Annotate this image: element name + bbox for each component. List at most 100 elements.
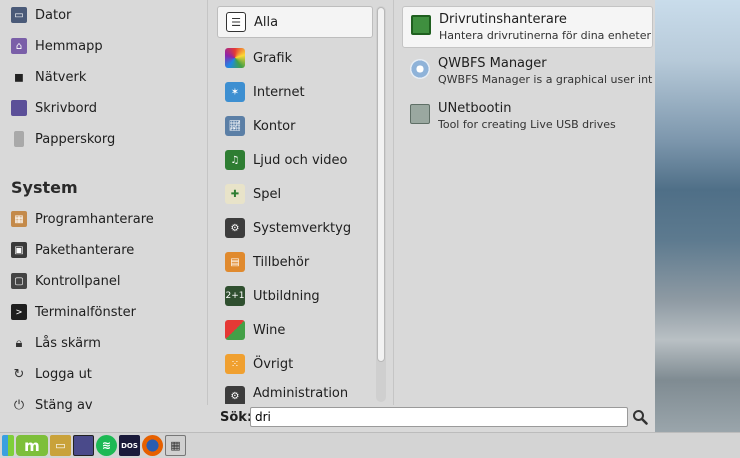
system-item-package-manager[interactable]: ▣ Pakethanterare bbox=[6, 237, 202, 263]
category-other[interactable]: ⁙ Övrigt bbox=[217, 348, 373, 380]
category-label: Utbildning bbox=[253, 288, 320, 304]
place-label: Dator bbox=[35, 7, 72, 23]
category-wine[interactable]: Wine bbox=[217, 314, 373, 346]
place-desktop[interactable]: Skrivbord bbox=[6, 95, 202, 121]
system-section-title: System bbox=[11, 178, 78, 197]
app-name: UNetbootin bbox=[438, 101, 512, 116]
system-item-label: Logga ut bbox=[35, 366, 92, 382]
place-label: Papperskorg bbox=[35, 131, 116, 147]
education-icon: 2+1 bbox=[225, 286, 245, 306]
dosbox-icon[interactable]: DOS bbox=[119, 435, 140, 456]
app-unetbootin[interactable]: UNetbootin Tool for creating Live USB dr… bbox=[402, 96, 653, 138]
app-text: QWBFS Manager QWBFS Manager is a graphic… bbox=[438, 56, 653, 88]
control-panel-icon: ▢ bbox=[11, 273, 27, 289]
category-label: Övrigt bbox=[253, 356, 294, 372]
place-trash[interactable]: Papperskorg bbox=[6, 126, 202, 152]
system-item-label: Pakethanterare bbox=[35, 242, 135, 258]
multimedia-icon: ♫ bbox=[225, 150, 245, 170]
other-icon: ⁙ bbox=[225, 354, 245, 374]
place-computer[interactable]: ▭ Dator bbox=[6, 2, 202, 28]
category-label: Ljud och video bbox=[253, 152, 348, 168]
system-item-control-panel[interactable]: ▢ Kontrollpanel bbox=[6, 268, 202, 294]
column-divider bbox=[393, 0, 394, 405]
system-item-lock-screen[interactable]: 🔒︎ Lås skärm bbox=[6, 330, 202, 356]
internet-icon: ✶ bbox=[225, 82, 245, 102]
category-label: Kontor bbox=[253, 118, 296, 134]
games-icon: ✚ bbox=[225, 184, 245, 204]
app-description: QWBFS Manager is a graphical user interf… bbox=[438, 73, 653, 86]
package-manager-icon: ▣ bbox=[11, 242, 27, 258]
system-item-software-manager[interactable]: ▦ Programhanterare bbox=[6, 206, 202, 232]
place-network[interactable]: ◼ Nätverk bbox=[6, 64, 202, 90]
window-icon[interactable] bbox=[73, 435, 94, 456]
firefox-icon[interactable] bbox=[142, 435, 163, 456]
network-icon: ◼ bbox=[14, 70, 24, 84]
category-label: Grafik bbox=[253, 50, 293, 66]
app-qwbfs-manager[interactable]: QWBFS Manager QWBFS Manager is a graphic… bbox=[402, 51, 653, 93]
left-column: ▭ Dator ⌂ Hemmapp ◼ Nätverk Skrivbord Pa… bbox=[0, 0, 205, 432]
app-text: UNetbootin Tool for creating Live USB dr… bbox=[438, 101, 653, 133]
category-label: Systemverktyg bbox=[253, 220, 352, 236]
system-item-label: Terminalfönster bbox=[35, 304, 136, 320]
app-name: QWBFS Manager bbox=[438, 56, 547, 71]
application-menu: ▭ Dator ⌂ Hemmapp ◼ Nätverk Skrivbord Pa… bbox=[0, 0, 655, 432]
system-item-shutdown[interactable]: ⏻ Stäng av bbox=[6, 392, 202, 418]
app-driver-manager[interactable]: Drivrutinshanterare Hantera drivrutinern… bbox=[402, 6, 653, 48]
logout-icon: ↻ bbox=[13, 366, 25, 382]
category-label: Wine bbox=[253, 322, 286, 338]
system-item-logout[interactable]: ↻ Logga ut bbox=[6, 361, 202, 387]
file-manager-icon[interactable]: ▭ bbox=[50, 435, 71, 456]
system-item-label: Stäng av bbox=[35, 397, 93, 413]
place-home[interactable]: ⌂ Hemmapp bbox=[6, 33, 202, 59]
category-label: Tillbehör bbox=[253, 254, 310, 270]
system-item-terminal[interactable]: > Terminalfönster bbox=[6, 299, 202, 325]
category-education[interactable]: 2+1 Utbildning bbox=[217, 280, 373, 312]
app-description: Hantera drivrutinerna för dina enheter bbox=[439, 29, 651, 42]
category-all[interactable]: ☰ Alla bbox=[217, 6, 373, 38]
category-label: Alla bbox=[254, 14, 279, 30]
bottom-panel: m ▭ ≋ DOS ▦ bbox=[0, 432, 740, 458]
desktop-icon bbox=[11, 100, 27, 116]
spotify-icon[interactable]: ≋ bbox=[96, 435, 117, 456]
terminal-icon: > bbox=[11, 304, 27, 320]
category-system-tools[interactable]: ⚙ Systemverktyg bbox=[217, 212, 373, 244]
column-divider bbox=[207, 0, 208, 405]
home-folder-icon: ⌂ bbox=[11, 38, 27, 54]
search-label: Sök: bbox=[220, 410, 253, 425]
system-tools-icon: ⚙ bbox=[225, 218, 245, 238]
category-internet[interactable]: ✶ Internet bbox=[217, 76, 373, 108]
category-accessories[interactable]: ▤ Tillbehör bbox=[217, 246, 373, 278]
search-bar: Sök: bbox=[205, 405, 655, 432]
accessories-icon: ▤ bbox=[225, 252, 245, 272]
category-games[interactable]: ✚ Spel bbox=[217, 178, 373, 210]
all-apps-icon: ☰ bbox=[226, 12, 246, 32]
lock-icon: 🔒︎ bbox=[15, 335, 23, 351]
office-icon: 📈︎ bbox=[225, 116, 245, 136]
category-administration[interactable]: ⚙ Administration bbox=[217, 382, 373, 404]
search-icon[interactable] bbox=[632, 409, 648, 425]
desktop-wallpaper bbox=[655, 0, 740, 432]
mint-menu-icon[interactable]: m bbox=[16, 435, 48, 456]
place-label: Hemmapp bbox=[35, 38, 103, 54]
place-label: Nätverk bbox=[35, 69, 87, 85]
administration-icon: ⚙ bbox=[225, 386, 245, 404]
search-input[interactable] bbox=[250, 407, 628, 427]
category-label: Internet bbox=[253, 84, 305, 100]
category-graphics[interactable]: Grafik bbox=[217, 42, 373, 74]
power-icon: ⏻ bbox=[13, 397, 25, 413]
category-label: Administration bbox=[253, 386, 349, 401]
category-scrollbar-thumb[interactable] bbox=[377, 7, 385, 362]
app-description: Tool for creating Live USB drives bbox=[438, 118, 616, 131]
system-item-label: Lås skärm bbox=[35, 335, 101, 351]
app-text: Drivrutinshanterare Hantera drivrutinern… bbox=[439, 12, 654, 44]
system-item-label: Programhanterare bbox=[35, 211, 154, 227]
graphics-icon bbox=[225, 48, 245, 68]
driver-manager-icon bbox=[411, 15, 431, 35]
place-label: Skrivbord bbox=[35, 100, 98, 116]
show-desktop-icon[interactable] bbox=[2, 435, 14, 456]
calculator-icon[interactable]: ▦ bbox=[165, 435, 186, 456]
app-name: Drivrutinshanterare bbox=[439, 12, 567, 27]
category-office[interactable]: 📈︎ Kontor bbox=[217, 110, 373, 142]
qwbfs-icon bbox=[410, 59, 430, 79]
category-multimedia[interactable]: ♫ Ljud och video bbox=[217, 144, 373, 176]
